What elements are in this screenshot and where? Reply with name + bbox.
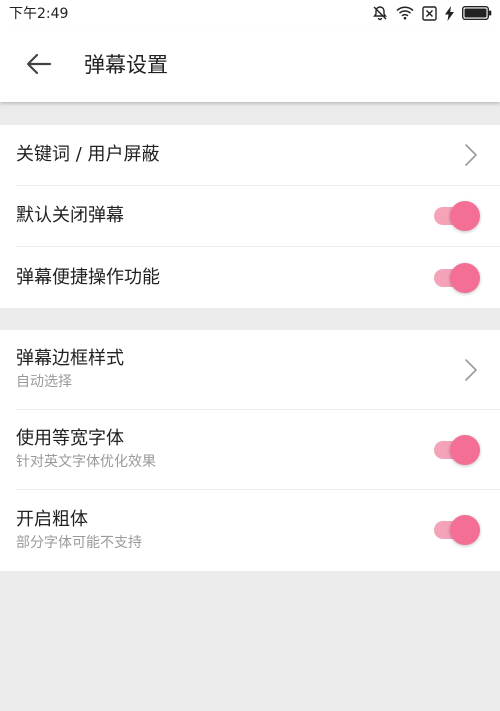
quick-action-label: 弹幕便捷操作功能 bbox=[16, 266, 160, 288]
keyword-user-block-label: 关键词 / 用户屏蔽 bbox=[16, 144, 160, 165]
bold-font-text: 开启粗体 部分字体可能不支持 bbox=[16, 508, 142, 553]
bell-off-icon bbox=[373, 6, 387, 21]
monospace-font-label: 使用等宽字体 bbox=[16, 428, 124, 449]
monospace-font-row[interactable]: 使用等宽字体 针对英文字体优化效果 bbox=[16, 410, 500, 490]
status-time: 下午2:49 bbox=[9, 6, 69, 22]
no-sim-icon bbox=[422, 5, 437, 21]
default-close-danmaku-row[interactable]: 默认关闭弹幕 bbox=[16, 186, 500, 247]
settings-group-style: 弹幕边框样式 自动选择 使用等宽字体 针对英文字体优化效果 开启粗体 部分字体可… bbox=[0, 330, 500, 571]
default-close-danmaku-switch[interactable] bbox=[434, 201, 480, 231]
bold-font-switch[interactable] bbox=[434, 515, 480, 545]
monospace-font-text: 使用等宽字体 针对英文字体优化效果 bbox=[16, 427, 156, 472]
switch-thumb bbox=[450, 262, 480, 293]
border-style-label: 弹幕边框样式 bbox=[16, 348, 124, 369]
default-close-danmaku-label: 默认关闭弹幕 bbox=[16, 205, 124, 226]
wifi-icon bbox=[396, 6, 414, 20]
bold-font-desc: 部分字体可能不支持 bbox=[16, 534, 142, 551]
chevron-right-icon bbox=[465, 358, 477, 381]
arrow-left-icon bbox=[26, 53, 52, 75]
bold-font-label: 开启粗体 bbox=[16, 508, 88, 530]
back-button[interactable] bbox=[0, 26, 78, 102]
switch-thumb bbox=[450, 515, 480, 545]
charging-bolt-icon bbox=[445, 5, 454, 21]
bold-font-row[interactable]: 开启粗体 部分字体可能不支持 bbox=[16, 490, 500, 570]
monospace-font-desc: 针对英文字体优化效果 bbox=[16, 454, 156, 470]
app-bar: 弹幕设置 bbox=[0, 26, 500, 102]
page-title: 弹幕设置 bbox=[84, 53, 168, 77]
keyword-user-block-row[interactable]: 关键词 / 用户屏蔽 bbox=[16, 125, 500, 186]
border-style-text: 弹幕边框样式 自动选择 bbox=[16, 347, 124, 392]
settings-group-danmaku: 关键词 / 用户屏蔽 默认关闭弹幕 弹幕便捷操作功能 bbox=[0, 125, 500, 308]
switch-thumb bbox=[450, 434, 480, 465]
border-style-value: 自动选择 bbox=[16, 374, 72, 390]
status-icons bbox=[372, 5, 492, 21]
switch-thumb bbox=[450, 201, 480, 231]
monospace-font-switch[interactable] bbox=[434, 434, 480, 465]
quick-action-row[interactable]: 弹幕便捷操作功能 bbox=[16, 247, 500, 308]
battery-icon bbox=[462, 6, 492, 20]
chevron-right-icon bbox=[465, 144, 477, 166]
status-bar: 下午2:49 bbox=[0, 0, 500, 26]
border-style-row[interactable]: 弹幕边框样式 自动选择 bbox=[16, 330, 500, 410]
quick-action-switch[interactable] bbox=[434, 262, 480, 293]
